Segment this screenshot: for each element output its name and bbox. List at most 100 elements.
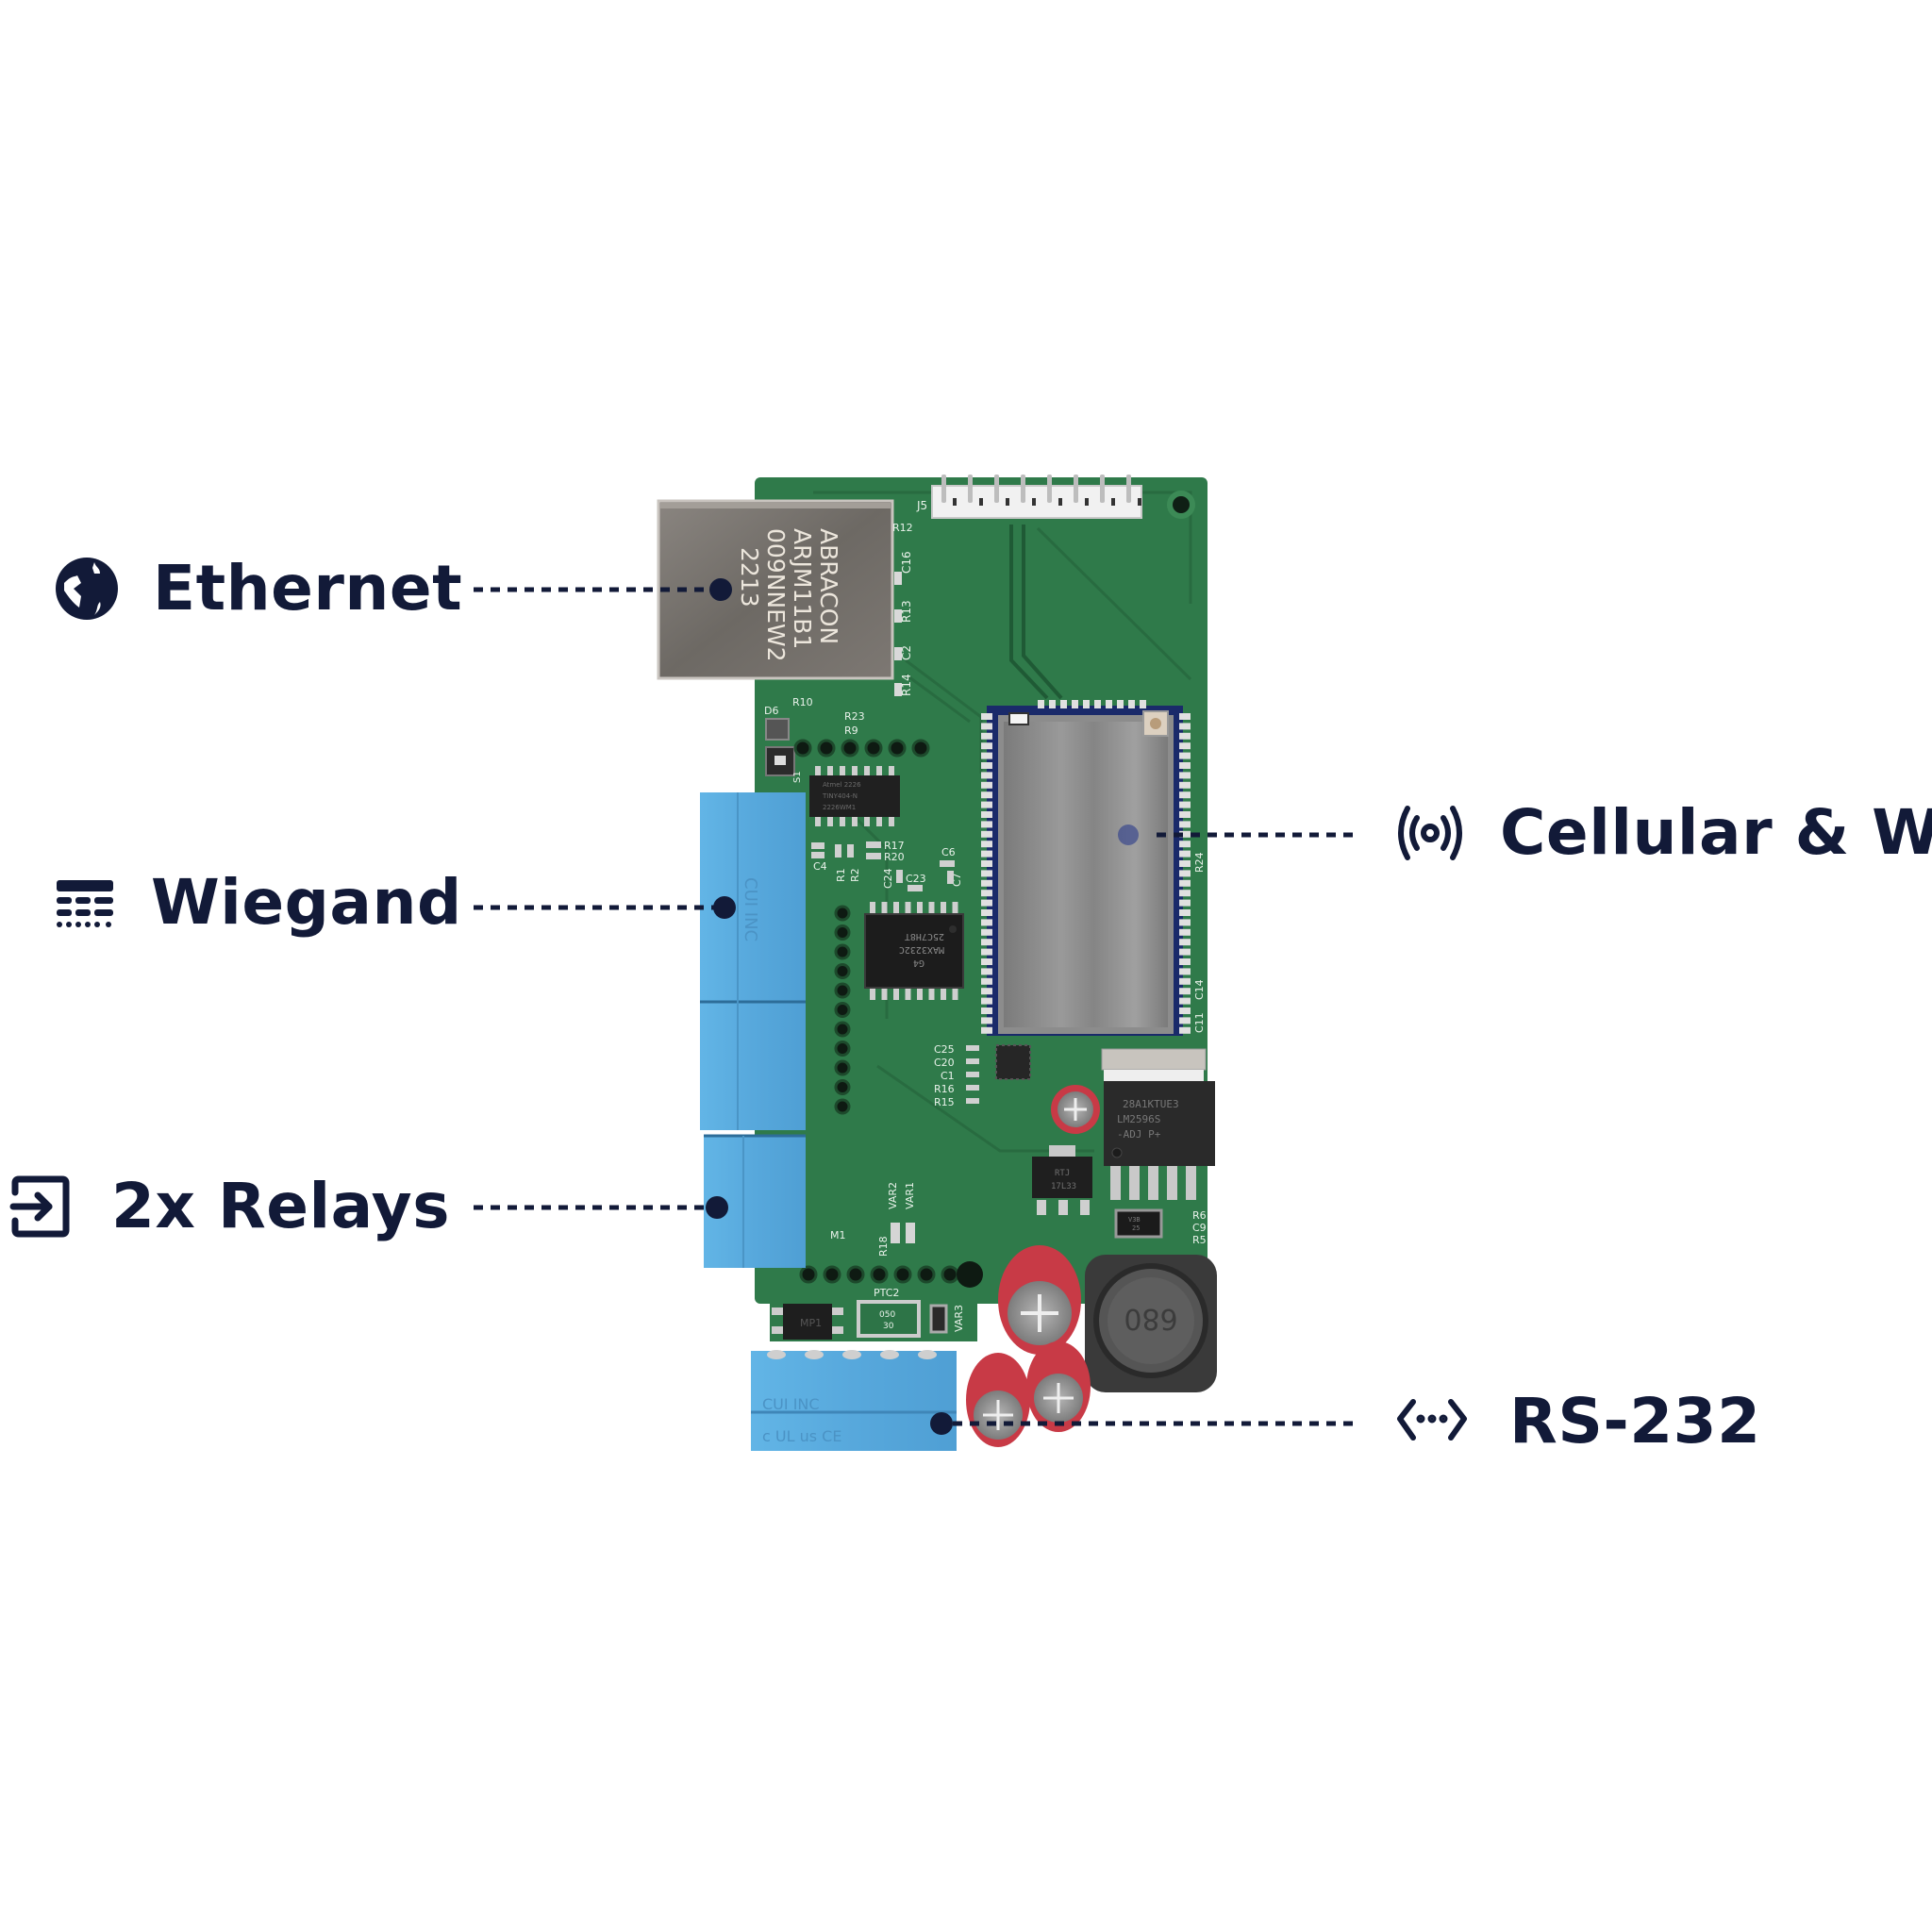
module-pad <box>981 919 992 926</box>
through-hole <box>834 963 851 979</box>
through-hole <box>834 1098 851 1115</box>
ic-pin <box>893 902 899 915</box>
module-pad <box>1072 700 1078 708</box>
silk-ptc2: PTC2 <box>874 1287 899 1299</box>
inductor-text: 680 <box>1124 1302 1177 1335</box>
ptc-text-line-1: 050 <box>879 1310 895 1320</box>
silk-r12: R12 <box>892 522 913 534</box>
module-pad <box>1179 781 1191 789</box>
j5-pin <box>994 475 999 503</box>
silk-var2: VAR2 <box>887 1182 899 1209</box>
diode-text-line-2: 25 <box>1132 1224 1140 1232</box>
terminal-brand-1: CUI INC <box>741 877 760 941</box>
module-pad <box>1179 752 1191 759</box>
ic-pin <box>952 987 958 1000</box>
rs232-terminal-block: CUI INC c UL us CE <box>751 1350 957 1451</box>
j5-socket <box>1085 498 1089 506</box>
silk-c16: C16 <box>900 551 913 574</box>
diode-text-line-1: V3B <box>1128 1216 1141 1224</box>
module-pad <box>981 752 992 759</box>
wiegand-data-icon <box>55 873 115 933</box>
module-pad <box>1049 700 1056 708</box>
through-hole <box>834 1059 851 1076</box>
electrolytic-capacitor-large <box>998 1245 1081 1355</box>
var3-varistor <box>929 1304 948 1334</box>
silk-var1: VAR1 <box>904 1182 916 1209</box>
silk-d6: D6 <box>764 705 778 717</box>
module-pad <box>1179 762 1191 769</box>
module-pad <box>981 977 992 985</box>
through-hole <box>893 1265 912 1284</box>
ic-pin <box>952 902 958 915</box>
ic-pin <box>917 902 923 915</box>
module-pad <box>1179 1017 1191 1024</box>
module-pad <box>981 899 992 907</box>
j5-pin <box>941 475 946 503</box>
module-pad <box>981 988 992 995</box>
module-pad <box>981 948 992 956</box>
module-pad <box>1179 928 1191 936</box>
j5-socket <box>1138 498 1141 506</box>
through-hole <box>941 1265 959 1284</box>
silk-r1: R1 <box>835 868 847 882</box>
module-pad <box>1179 801 1191 808</box>
through-hole <box>834 924 851 941</box>
silk-c25: C25 <box>934 1043 955 1056</box>
feature-label-cellular-wifi: Cellular & WiFi <box>1500 796 1932 869</box>
module-pad <box>981 841 992 848</box>
module-pad <box>981 928 992 936</box>
silk-r15: R15 <box>934 1096 955 1108</box>
feature-ethernet: Ethernet <box>53 555 462 623</box>
feature-label-wiegand: Wiegand <box>151 866 462 939</box>
feature-cellular-wifi: Cellular & WiFi <box>1394 802 1932 864</box>
module-pad <box>1179 909 1191 916</box>
module-pad <box>1179 742 1191 750</box>
max-text-line-3: 25C7H8T <box>905 931 944 941</box>
silk-c14: C14 <box>1193 979 1206 1000</box>
module-pad <box>1179 830 1191 838</box>
max3232-rs232-transceiver-ic: G4 MAX3232C 25C7H8T <box>864 902 964 1000</box>
feature-label-ethernet: Ethernet <box>153 552 463 625</box>
globe-icon <box>53 555 121 623</box>
module-pad <box>1179 958 1191 965</box>
module-pad <box>1094 700 1101 708</box>
module-pad <box>1179 1026 1191 1034</box>
module-pad <box>981 909 992 916</box>
module-pad <box>1179 850 1191 858</box>
terminal-screw <box>767 1350 786 1359</box>
module-pad <box>981 732 992 740</box>
module-pad <box>981 1026 992 1034</box>
ic-pin <box>917 987 923 1000</box>
feature-relays: 2x Relays <box>9 1175 450 1238</box>
module-pad <box>981 791 992 799</box>
reg-text-line-1: 28A1KTUE3 <box>1123 1098 1179 1110</box>
bridge-text: MP1 <box>800 1317 822 1329</box>
jack-text-line-3: 009NNEW2 <box>762 528 790 662</box>
terminal-marks: c UL us CE <box>762 1427 841 1445</box>
max-text-line-2: MAX3232C <box>899 944 944 955</box>
through-hole <box>817 739 836 758</box>
module-pad <box>981 879 992 887</box>
module-pad <box>1179 890 1191 897</box>
j5-pin <box>1021 475 1025 503</box>
module-pad <box>981 772 992 779</box>
module-pad <box>1179 811 1191 818</box>
silk-c9: C9 <box>1192 1222 1207 1234</box>
silk-r23: R23 <box>844 710 865 723</box>
module-pad <box>981 890 992 897</box>
silk-j5: J5 <box>916 499 927 512</box>
silk-r5: R5 <box>1192 1234 1207 1246</box>
login-arrow-box-icon <box>9 1175 72 1238</box>
module-pad <box>1038 700 1044 708</box>
through-hole <box>841 739 859 758</box>
silk-var3: VAR3 <box>953 1305 965 1332</box>
through-hole <box>799 1265 818 1284</box>
silk-c2: C2 <box>900 645 913 660</box>
jack-text-line-4: 2213 <box>736 547 763 608</box>
module-pad <box>1179 948 1191 956</box>
module-pad <box>1083 700 1090 708</box>
module-pad <box>1179 988 1191 995</box>
ic-pin <box>870 902 875 915</box>
silk-r16: R16 <box>934 1083 955 1095</box>
module-pad <box>1179 860 1191 867</box>
